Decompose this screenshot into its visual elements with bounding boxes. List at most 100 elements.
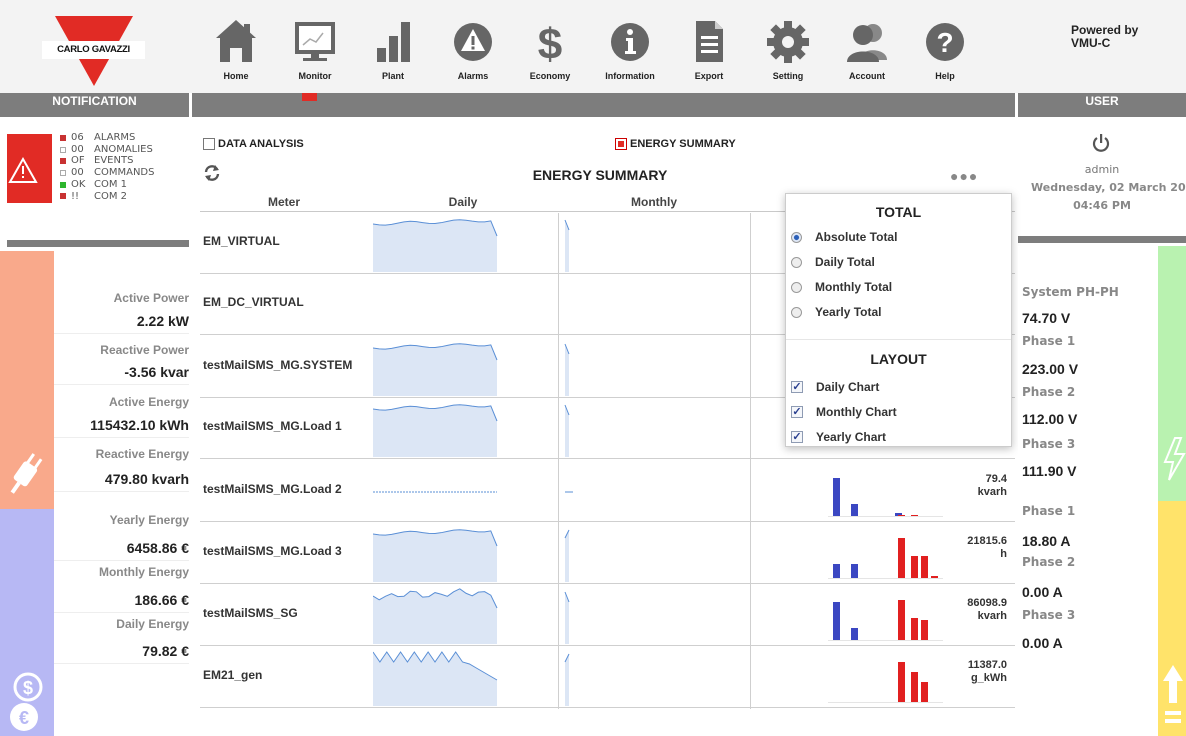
daily-sparkline — [373, 651, 498, 706]
notification-alert-box[interactable] — [7, 134, 52, 203]
notification-list: 06 ALARMS 00 ANOMALIES OF EVENTS 00 COMMANDS OK C… — [60, 132, 190, 202]
stat-label: Yearly Energy — [109, 513, 189, 527]
meter-name: testMailSMS_MG.Load 1 — [203, 419, 342, 433]
monthly-sparkline — [564, 404, 570, 457]
row-total-value: 21815.6 — [967, 535, 1007, 547]
notification-count: 06 — [71, 132, 84, 143]
refresh-icon[interactable] — [202, 163, 222, 183]
yearly-bar-red — [898, 538, 905, 578]
nav-setting[interactable]: Setting — [752, 12, 824, 84]
monthly-sparkline — [564, 529, 570, 582]
nav-label: Alarms — [457, 71, 489, 81]
info-icon — [611, 23, 649, 61]
layout-checkbox[interactable]: ✓ — [791, 406, 803, 418]
table-row[interactable]: testMailSMS_MG.Load 2 79.4 kvarh — [200, 460, 1015, 522]
layout-checkbox[interactable]: ✓ — [791, 431, 803, 443]
layout-option-label: Monthly Chart — [816, 405, 897, 419]
status-indicator — [60, 181, 66, 188]
total-radio[interactable] — [791, 281, 802, 293]
layout-option[interactable]: ✓ Monthly Chart — [791, 405, 897, 419]
nav-label: Plant — [381, 71, 404, 81]
nav-alarms[interactable]: Alarms — [437, 12, 509, 84]
user-name: admin — [1084, 163, 1120, 176]
monthly-sparkline — [564, 343, 570, 396]
stat-label: Active Power — [113, 291, 189, 305]
stat-divider — [54, 663, 189, 664]
plug-icon — [10, 453, 43, 494]
notification-item[interactable]: OF EVENTS — [60, 155, 190, 167]
help-icon: ? — [926, 23, 964, 61]
notification-item[interactable]: 00 COMMANDS — [60, 167, 190, 179]
data-analysis-checkbox[interactable] — [203, 137, 215, 150]
power-icon[interactable] — [1091, 133, 1111, 153]
total-radio[interactable] — [791, 306, 802, 318]
data-analysis-toggle[interactable]: DATA ANALYSIS — [203, 135, 304, 153]
row-total: 11387.0 g_kWh — [968, 659, 1007, 685]
total-option-label: Absolute Total — [815, 230, 898, 244]
energy-summary-toggle[interactable]: ENERGY SUMMARY — [615, 135, 736, 153]
nav-label: Information — [605, 71, 655, 81]
stat-value: 79.82 € — [142, 643, 189, 659]
reading-value: 74.70 V — [1022, 310, 1071, 326]
table-row[interactable]: EM21_gen 11387.0 g_kWh — [200, 646, 1015, 708]
layout-option[interactable]: ✓ Yearly Chart — [791, 430, 886, 444]
nav-plant[interactable]: Plant — [357, 12, 429, 84]
total-radio[interactable] — [791, 256, 802, 268]
notification-item[interactable]: 00 ANOMALIES — [60, 144, 190, 156]
stat-value: 479.80 kvarh — [104, 471, 189, 487]
stat-label: Active Energy — [108, 395, 189, 409]
content-header-bar — [189, 93, 1018, 117]
stat-divider — [54, 437, 189, 438]
notification-count: OF — [71, 155, 85, 167]
layout-option[interactable]: ✓ Daily Chart — [791, 380, 879, 394]
notification-divider — [7, 240, 189, 247]
yearly-baseline — [828, 578, 943, 579]
up-arrow-icon — [1163, 665, 1183, 723]
svg-text:€: € — [19, 708, 29, 728]
total-radio[interactable] — [791, 231, 802, 243]
total-option[interactable]: Yearly Total — [791, 305, 881, 319]
reading-value: 18.80 A — [1022, 533, 1071, 549]
notification-label: EVENTS — [94, 155, 134, 167]
voltage-strip — [1158, 246, 1186, 501]
total-option[interactable]: Monthly Total — [791, 280, 892, 294]
total-option-label: Yearly Total — [815, 305, 882, 319]
meter-name: EM21_gen — [203, 668, 263, 682]
notification-item[interactable]: 06 ALARMS — [60, 132, 190, 144]
row-total: 79.4 kvarh — [978, 473, 1007, 499]
nav-monitor[interactable]: Monitor — [279, 12, 351, 84]
status-indicator — [60, 169, 66, 176]
nav-export[interactable]: Export — [673, 12, 745, 84]
column-divider — [558, 213, 559, 709]
user-header: USER — [1018, 93, 1186, 117]
nav-economy[interactable]: $ Economy — [514, 12, 586, 84]
total-option[interactable]: Daily Total — [791, 255, 875, 269]
notification-item[interactable]: !! COM 2 — [60, 191, 190, 203]
home-icon — [216, 20, 256, 62]
nav-information[interactable]: Information — [594, 12, 666, 84]
table-row[interactable]: testMailSMS_MG.Load 3 21815.6 h — [200, 522, 1015, 584]
user-time: 04:46 PM — [1073, 199, 1131, 212]
row-total: 86098.9 kvarh — [967, 597, 1007, 623]
total-option[interactable]: Absolute Total — [791, 230, 897, 244]
notification-item[interactable]: OK COM 1 — [60, 179, 190, 191]
stat-divider — [54, 560, 189, 561]
lightning-icon — [1163, 437, 1186, 481]
energy-summary-checkbox[interactable] — [615, 137, 627, 150]
user-divider — [1018, 236, 1186, 243]
more-options-icon[interactable]: ●●● — [950, 168, 978, 184]
data-analysis-label: DATA ANALYSIS — [218, 137, 304, 150]
nav-home[interactable]: Home — [200, 12, 272, 84]
nav-account[interactable]: Account — [831, 12, 903, 84]
meter-name: testMailSMS_SG — [203, 606, 298, 620]
row-total-unit: h — [1000, 548, 1007, 560]
yearly-bar-red — [911, 672, 918, 702]
table-row[interactable]: testMailSMS_SG 86098.9 kvarh — [200, 584, 1015, 646]
reading-label: Phase 3 — [1022, 437, 1076, 451]
dollar-icon: $ — [538, 20, 562, 69]
nav-help[interactable]: ? Help — [909, 12, 981, 84]
nav-label: Help — [935, 71, 955, 81]
header-bar — [0, 0, 1186, 93]
daily-sparkline — [373, 491, 497, 493]
layout-checkbox[interactable]: ✓ — [791, 381, 803, 393]
